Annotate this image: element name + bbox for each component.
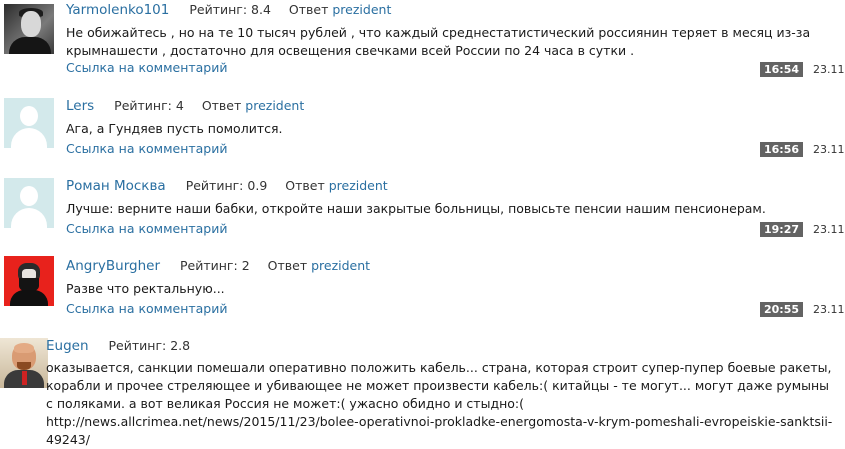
comment-item: Lers Рейтинг: 4 Ответ prezident Ага, а Г… (0, 92, 845, 162)
reply-label: Ответ (285, 178, 325, 193)
comment-item: Роман Москва Рейтинг: 0.9 Ответ preziden… (0, 172, 845, 242)
comment-author[interactable]: Роман Москва (66, 178, 166, 194)
rating-value: 8.4 (251, 2, 271, 17)
reply-label: Ответ (267, 258, 308, 273)
rating-value: 2 (241, 258, 250, 273)
avatar[interactable] (0, 338, 48, 388)
reply-label: Ответ (201, 98, 242, 113)
reply-to-link[interactable]: prezident (332, 2, 391, 17)
rating-label: Рейтинг: (180, 258, 238, 273)
avatar[interactable] (4, 4, 54, 54)
rating-value: 4 (175, 98, 184, 113)
rating-label: Рейтинг: (114, 98, 172, 113)
rating-value: 2.8 (170, 338, 191, 353)
rating-value: 0.9 (247, 178, 268, 193)
comment-permalink[interactable]: Ссылка на комментарий (66, 301, 228, 316)
comment-item: Yarmolenko101 Рейтинг: 8.4 Ответ prezide… (0, 0, 845, 82)
avatar[interactable] (4, 256, 54, 306)
comment-time: 20:55 (760, 302, 804, 317)
comment-permalink[interactable]: Ссылка на комментарий (66, 60, 228, 75)
comment-time: 16:56 (760, 142, 804, 157)
reply-to-link[interactable]: prezident (329, 178, 388, 193)
reply-to-link[interactable]: prezident (311, 258, 370, 273)
avatar[interactable] (4, 98, 54, 148)
avatar[interactable] (4, 178, 54, 228)
reply-label: Ответ (288, 2, 329, 17)
rating-label: Рейтинг: (189, 2, 248, 17)
comment-date: 23.11 (813, 143, 845, 156)
comment-text: Разве что ректальную... (66, 281, 225, 296)
reply-to-link[interactable]: prezident (245, 98, 304, 113)
comment-item: Eugen Рейтинг: 2.8 оказывается, санкции … (0, 332, 845, 447)
comment-author[interactable]: Yarmolenko101 (66, 2, 169, 18)
comment-text: Лучше: верните наши бабки, откройте наши… (66, 201, 766, 216)
comment-time: 16:54 (760, 62, 804, 77)
comment-date: 23.11 (813, 63, 845, 76)
comment-time: 19:27 (760, 222, 804, 237)
comment-author[interactable]: Lers (66, 98, 94, 114)
comment-permalink[interactable]: Ссылка на комментарий (66, 141, 228, 156)
comment-date: 23.11 (813, 303, 845, 316)
rating-label: Рейтинг: (108, 338, 167, 353)
comment-text: Ага, а Гундяев пусть помолится. (66, 121, 283, 136)
comment-item: AngryBurgher Рейтинг: 2 Ответ prezident … (0, 252, 845, 322)
comment-permalink[interactable]: Ссылка на комментарий (66, 221, 228, 236)
rating-label: Рейтинг: (185, 178, 244, 193)
comment-text: оказывается, санкции помешали оперативно… (46, 360, 833, 447)
comment-date: 23.11 (813, 223, 845, 236)
comment-author[interactable]: AngryBurgher (66, 258, 160, 274)
comment-author[interactable]: Eugen (46, 338, 89, 354)
comment-text: Не обижайтесь , но на те 10 тысяч рублей… (66, 25, 811, 58)
